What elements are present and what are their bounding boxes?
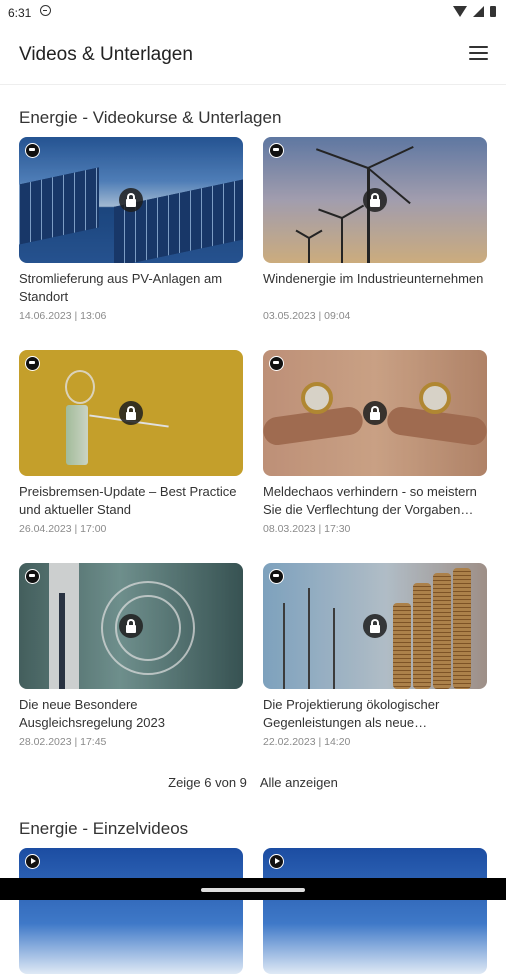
- course-card[interactable]: Die neue Besondere Ausgleichsregelung 20…: [19, 563, 243, 748]
- wifi-icon: [453, 6, 467, 17]
- thumbnail-blue-sky[interactable]: [19, 848, 243, 974]
- card-title[interactable]: Meldechaos verhindern - so meistern Sie …: [263, 483, 487, 519]
- thumbnail-digital-document[interactable]: [19, 563, 243, 689]
- lock-icon: [119, 614, 143, 638]
- card-date: 26.04.2023 | 17:00: [19, 523, 107, 535]
- graduation-cap-icon: [269, 143, 284, 158]
- status-time: 6:31: [8, 6, 32, 20]
- card-title[interactable]: Die Projektierung ökologischer Gegenleis…: [263, 696, 487, 732]
- section-title-videokurse: Energie - Videokurse & Unterlagen: [19, 108, 282, 127]
- course-card[interactable]: Windenergie im Industrieunternehmen 03.0…: [263, 137, 487, 322]
- card-title[interactable]: Die neue Besondere Ausgleichsregelung 20…: [19, 696, 243, 732]
- thumbnail-lightbulb[interactable]: [19, 350, 243, 476]
- graduation-cap-icon: [25, 356, 40, 371]
- course-card[interactable]: Preisbremsen-Update – Best Practice und …: [19, 350, 243, 535]
- card-date: 14.06.2023 | 13:06: [19, 310, 107, 322]
- card-title[interactable]: Windenergie im Industrieunternehmen: [263, 270, 487, 306]
- play-icon: [25, 854, 40, 869]
- graduation-cap-icon: [25, 569, 40, 584]
- pagination-row: Zeige 6 von 9 Alle anzeigen: [0, 775, 506, 790]
- lock-icon: [119, 188, 143, 212]
- graduation-cap-icon: [269, 356, 284, 371]
- status-icons: [453, 6, 496, 17]
- card-title[interactable]: Preisbremsen-Update – Best Practice und …: [19, 483, 243, 519]
- hamburger-menu-icon[interactable]: [469, 46, 488, 62]
- card-title[interactable]: Stromlieferung aus PV-Anlagen am Standor…: [19, 270, 243, 306]
- thumbnail-hands-clocks[interactable]: [263, 350, 487, 476]
- card-date: 08.03.2023 | 17:30: [263, 523, 351, 535]
- thumbnail-pylons-coins[interactable]: [263, 563, 487, 689]
- thumbnail-wind-turbines[interactable]: [263, 137, 487, 263]
- lock-icon: [363, 188, 387, 212]
- course-card[interactable]: Meldechaos verhindern - so meistern Sie …: [263, 350, 487, 535]
- section-title-einzelvideos: Energie - Einzelvideos: [19, 819, 189, 838]
- lock-icon: [119, 401, 143, 425]
- graduation-cap-icon: [269, 569, 284, 584]
- pagination-count: Zeige 6 von 9: [168, 775, 247, 790]
- course-card[interactable]: Stromlieferung aus PV-Anlagen am Standor…: [19, 137, 243, 322]
- show-all-link[interactable]: Alle anzeigen: [260, 775, 338, 790]
- battery-icon: [490, 6, 496, 17]
- course-card[interactable]: Die Projektierung ökologischer Gegenleis…: [263, 563, 487, 748]
- card-date: 03.05.2023 | 09:04: [263, 310, 351, 322]
- card-date: 22.02.2023 | 14:20: [263, 736, 351, 748]
- graduation-cap-icon: [25, 143, 40, 158]
- system-navigation-bar: [0, 878, 506, 900]
- video-card[interactable]: [19, 848, 243, 974]
- card-date: 28.02.2023 | 17:45: [19, 736, 107, 748]
- play-icon: [269, 854, 284, 869]
- thumbnail-blue-sky[interactable]: [263, 848, 487, 974]
- lock-icon: [363, 614, 387, 638]
- do-not-disturb-icon: [40, 5, 51, 16]
- thumbnail-solar-panels[interactable]: [19, 137, 243, 263]
- page-title: Videos & Unterlagen: [19, 44, 193, 65]
- app-bar: Videos & Unterlagen: [0, 26, 506, 85]
- status-bar: 6:31: [0, 0, 506, 26]
- lock-icon: [363, 401, 387, 425]
- home-gesture-handle[interactable]: [201, 888, 305, 892]
- video-card[interactable]: [263, 848, 487, 974]
- signal-icon: [473, 6, 484, 17]
